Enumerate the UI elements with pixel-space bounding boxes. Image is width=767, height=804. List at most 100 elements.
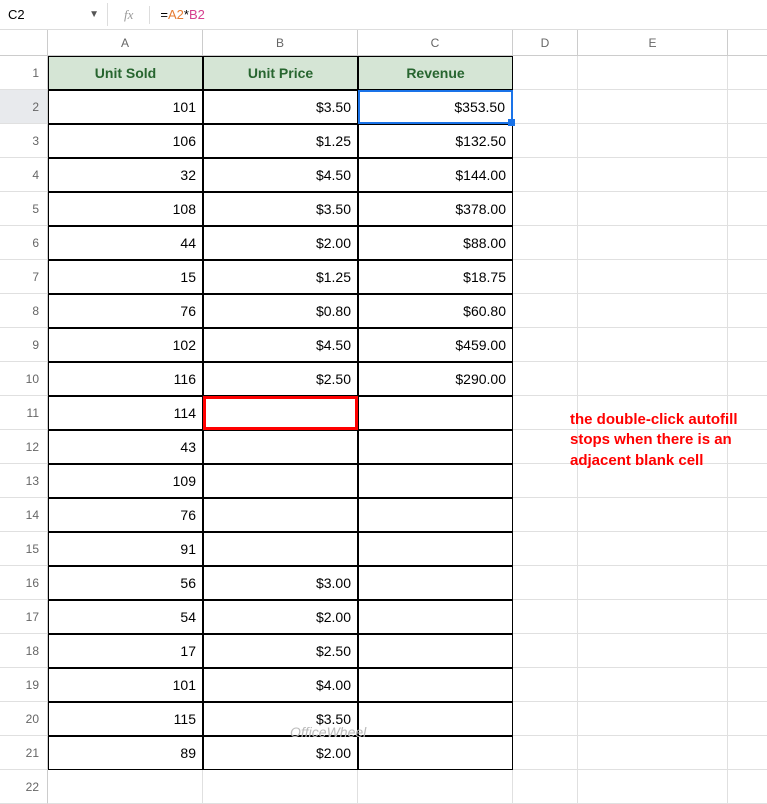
cell-d20[interactable] bbox=[513, 702, 578, 736]
cell-a19[interactable]: 101 bbox=[48, 668, 203, 702]
cell-a7[interactable]: 15 bbox=[48, 260, 203, 294]
cell-f5[interactable] bbox=[728, 192, 767, 226]
cell-a21[interactable]: 89 bbox=[48, 736, 203, 770]
row-header-14[interactable]: 14 bbox=[0, 498, 48, 532]
cell-b17[interactable]: $2.00 bbox=[203, 600, 358, 634]
cell-a4[interactable]: 32 bbox=[48, 158, 203, 192]
cell-b6[interactable]: $2.00 bbox=[203, 226, 358, 260]
row-header-16[interactable]: 16 bbox=[0, 566, 48, 600]
cell-c5[interactable]: $378.00 bbox=[358, 192, 513, 226]
cell-f8[interactable] bbox=[728, 294, 767, 328]
cell-a20[interactable]: 115 bbox=[48, 702, 203, 736]
cell-d12[interactable] bbox=[513, 430, 578, 464]
cell-b8[interactable]: $0.80 bbox=[203, 294, 358, 328]
cell-b9[interactable]: $4.50 bbox=[203, 328, 358, 362]
cell-d14[interactable] bbox=[513, 498, 578, 532]
cell-f19[interactable] bbox=[728, 668, 767, 702]
row-header-18[interactable]: 18 bbox=[0, 634, 48, 668]
row-header-11[interactable]: 11 bbox=[0, 396, 48, 430]
cell-a10[interactable]: 116 bbox=[48, 362, 203, 396]
row-header-13[interactable]: 13 bbox=[0, 464, 48, 498]
cell-c6[interactable]: $88.00 bbox=[358, 226, 513, 260]
cell-c8[interactable]: $60.80 bbox=[358, 294, 513, 328]
row-header-4[interactable]: 4 bbox=[0, 158, 48, 192]
cell-e10[interactable] bbox=[578, 362, 728, 396]
cell-d1[interactable] bbox=[513, 56, 578, 90]
row-header-20[interactable]: 20 bbox=[0, 702, 48, 736]
cell-a2[interactable]: 101 bbox=[48, 90, 203, 124]
cell-e7[interactable] bbox=[578, 260, 728, 294]
cell-f17[interactable] bbox=[728, 600, 767, 634]
cell-a6[interactable]: 44 bbox=[48, 226, 203, 260]
cell-b2[interactable]: $3.50 bbox=[203, 90, 358, 124]
cell-a5[interactable]: 108 bbox=[48, 192, 203, 226]
cell-f10[interactable] bbox=[728, 362, 767, 396]
cell-d17[interactable] bbox=[513, 600, 578, 634]
cell-b14[interactable] bbox=[203, 498, 358, 532]
cell-a22[interactable] bbox=[48, 770, 203, 804]
select-all-corner[interactable] bbox=[0, 30, 48, 56]
cell-b15[interactable] bbox=[203, 532, 358, 566]
cell-a11[interactable]: 114 bbox=[48, 396, 203, 430]
cell-c19[interactable] bbox=[358, 668, 513, 702]
col-header-d[interactable]: D bbox=[513, 30, 578, 56]
chevron-down-icon[interactable]: ▼ bbox=[89, 9, 99, 20]
name-box[interactable]: C2 ▼ bbox=[0, 3, 108, 26]
cell-c21[interactable] bbox=[358, 736, 513, 770]
cell-e1[interactable] bbox=[578, 56, 728, 90]
cell-e5[interactable] bbox=[578, 192, 728, 226]
cell-c3[interactable]: $132.50 bbox=[358, 124, 513, 158]
cell-e17[interactable] bbox=[578, 600, 728, 634]
cell-b1[interactable]: Unit Price bbox=[203, 56, 358, 90]
col-header-e[interactable]: E bbox=[578, 30, 728, 56]
cell-d5[interactable] bbox=[513, 192, 578, 226]
cell-e14[interactable] bbox=[578, 498, 728, 532]
row-header-10[interactable]: 10 bbox=[0, 362, 48, 396]
cell-e6[interactable] bbox=[578, 226, 728, 260]
cell-d21[interactable] bbox=[513, 736, 578, 770]
cell-e15[interactable] bbox=[578, 532, 728, 566]
formula-input[interactable]: =A2*B2 bbox=[150, 7, 214, 22]
row-header-5[interactable]: 5 bbox=[0, 192, 48, 226]
cell-d6[interactable] bbox=[513, 226, 578, 260]
cell-a14[interactable]: 76 bbox=[48, 498, 203, 532]
cell-b4[interactable]: $4.50 bbox=[203, 158, 358, 192]
row-header-7[interactable]: 7 bbox=[0, 260, 48, 294]
cell-e21[interactable] bbox=[578, 736, 728, 770]
col-header-c[interactable]: C bbox=[358, 30, 513, 56]
cell-d2[interactable] bbox=[513, 90, 578, 124]
cell-b5[interactable]: $3.50 bbox=[203, 192, 358, 226]
cell-d18[interactable] bbox=[513, 634, 578, 668]
row-header-17[interactable]: 17 bbox=[0, 600, 48, 634]
cell-f20[interactable] bbox=[728, 702, 767, 736]
cell-f14[interactable] bbox=[728, 498, 767, 532]
cell-c18[interactable] bbox=[358, 634, 513, 668]
cell-c22[interactable] bbox=[358, 770, 513, 804]
cell-d7[interactable] bbox=[513, 260, 578, 294]
cell-e16[interactable] bbox=[578, 566, 728, 600]
cell-f4[interactable] bbox=[728, 158, 767, 192]
cell-a16[interactable]: 56 bbox=[48, 566, 203, 600]
cell-c9[interactable]: $459.00 bbox=[358, 328, 513, 362]
row-header-1[interactable]: 1 bbox=[0, 56, 48, 90]
cell-c16[interactable] bbox=[358, 566, 513, 600]
fill-handle[interactable] bbox=[508, 119, 515, 126]
cell-f16[interactable] bbox=[728, 566, 767, 600]
cell-d22[interactable] bbox=[513, 770, 578, 804]
cell-c7[interactable]: $18.75 bbox=[358, 260, 513, 294]
cell-d3[interactable] bbox=[513, 124, 578, 158]
cell-e18[interactable] bbox=[578, 634, 728, 668]
cell-d19[interactable] bbox=[513, 668, 578, 702]
row-header-9[interactable]: 9 bbox=[0, 328, 48, 362]
cell-b16[interactable]: $3.00 bbox=[203, 566, 358, 600]
cell-e3[interactable] bbox=[578, 124, 728, 158]
cell-b18[interactable]: $2.50 bbox=[203, 634, 358, 668]
cell-f7[interactable] bbox=[728, 260, 767, 294]
cell-e8[interactable] bbox=[578, 294, 728, 328]
row-header-21[interactable]: 21 bbox=[0, 736, 48, 770]
row-header-6[interactable]: 6 bbox=[0, 226, 48, 260]
cell-d11[interactable] bbox=[513, 396, 578, 430]
cell-f2[interactable] bbox=[728, 90, 767, 124]
row-header-22[interactable]: 22 bbox=[0, 770, 48, 804]
cell-b13[interactable] bbox=[203, 464, 358, 498]
